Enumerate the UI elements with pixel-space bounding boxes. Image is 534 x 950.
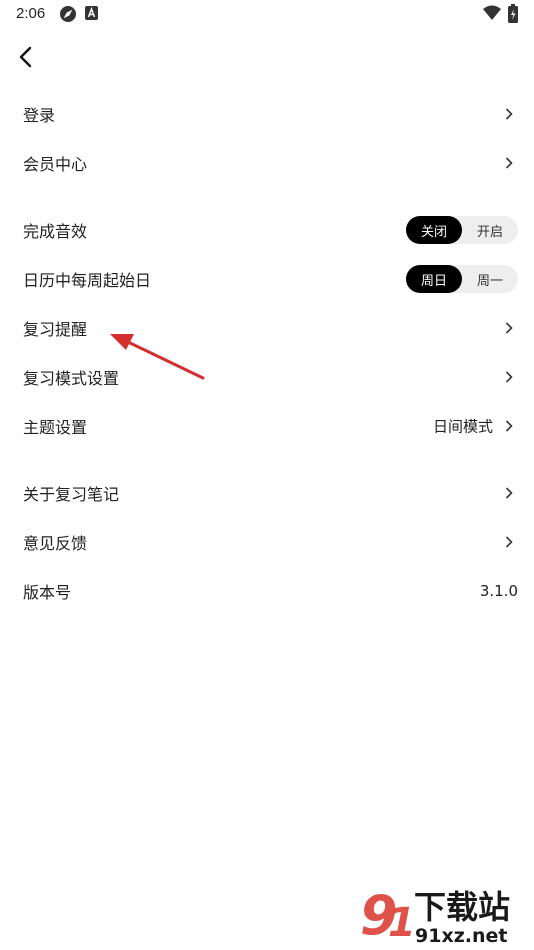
sound-effect-label: 完成音效 xyxy=(23,222,88,241)
review-reminder-label: 复习提醒 xyxy=(23,320,88,339)
theme-label: 主题设置 xyxy=(23,418,88,437)
svg-text:91xz.net: 91xz.net xyxy=(415,925,507,946)
chevron-right-icon xyxy=(505,108,513,120)
battery-charging-icon xyxy=(508,4,518,23)
chevron-right-icon xyxy=(505,157,513,169)
app-notification-icon xyxy=(85,6,98,20)
sound-effect-toggle: 关闭 开启 xyxy=(406,216,518,244)
feedback-label: 意见反馈 xyxy=(23,534,88,553)
sound-on-option[interactable]: 开启 xyxy=(462,216,518,244)
version-row: 版本号 3.1.0 xyxy=(0,567,534,615)
chevron-right-icon xyxy=(505,487,513,499)
login-label: 登录 xyxy=(23,106,56,125)
week-start-label: 日历中每周起始日 xyxy=(23,271,152,290)
sound-effect-row: 完成音效 关闭 开启 xyxy=(0,206,534,254)
review-mode-label: 复习模式设置 xyxy=(23,369,120,388)
login-row[interactable]: 登录 xyxy=(0,90,534,138)
about-row[interactable]: 关于复习笔记 xyxy=(0,469,534,517)
version-label: 版本号 xyxy=(23,583,72,602)
wifi-icon xyxy=(483,5,501,20)
sound-off-option[interactable]: 关闭 xyxy=(406,216,462,244)
about-label: 关于复习笔记 xyxy=(23,485,120,504)
svg-text:下载站: 下载站 xyxy=(414,888,510,926)
theme-value: 日间模式 xyxy=(432,417,493,436)
status-time: 2:06 xyxy=(16,5,46,22)
watermark-logo: 9 1 下载站 91xz.net xyxy=(360,884,510,946)
vip-center-row[interactable]: 会员中心 xyxy=(0,139,534,187)
status-bar: 2:06 xyxy=(0,0,534,28)
chevron-right-icon xyxy=(505,420,513,432)
review-mode-row[interactable]: 复习模式设置 xyxy=(0,353,534,401)
theme-row[interactable]: 主题设置 日间模式 xyxy=(0,402,534,450)
feedback-row[interactable]: 意见反馈 xyxy=(0,518,534,566)
back-chevron-icon[interactable] xyxy=(12,42,42,72)
svg-text:1: 1 xyxy=(388,900,416,946)
version-value: 3.1.0 xyxy=(479,582,518,600)
chevron-right-icon xyxy=(505,322,513,334)
vip-center-label: 会员中心 xyxy=(23,155,88,174)
chevron-right-icon xyxy=(505,536,513,548)
week-start-row: 日历中每周起始日 周日 周一 xyxy=(0,255,534,303)
review-reminder-row[interactable]: 复习提醒 xyxy=(0,304,534,352)
chevron-right-icon xyxy=(505,371,513,383)
week-start-sunday-option[interactable]: 周日 xyxy=(406,265,462,293)
week-start-toggle: 周日 周一 xyxy=(406,265,518,293)
week-start-monday-option[interactable]: 周一 xyxy=(462,265,518,293)
sync-icon xyxy=(60,6,76,22)
